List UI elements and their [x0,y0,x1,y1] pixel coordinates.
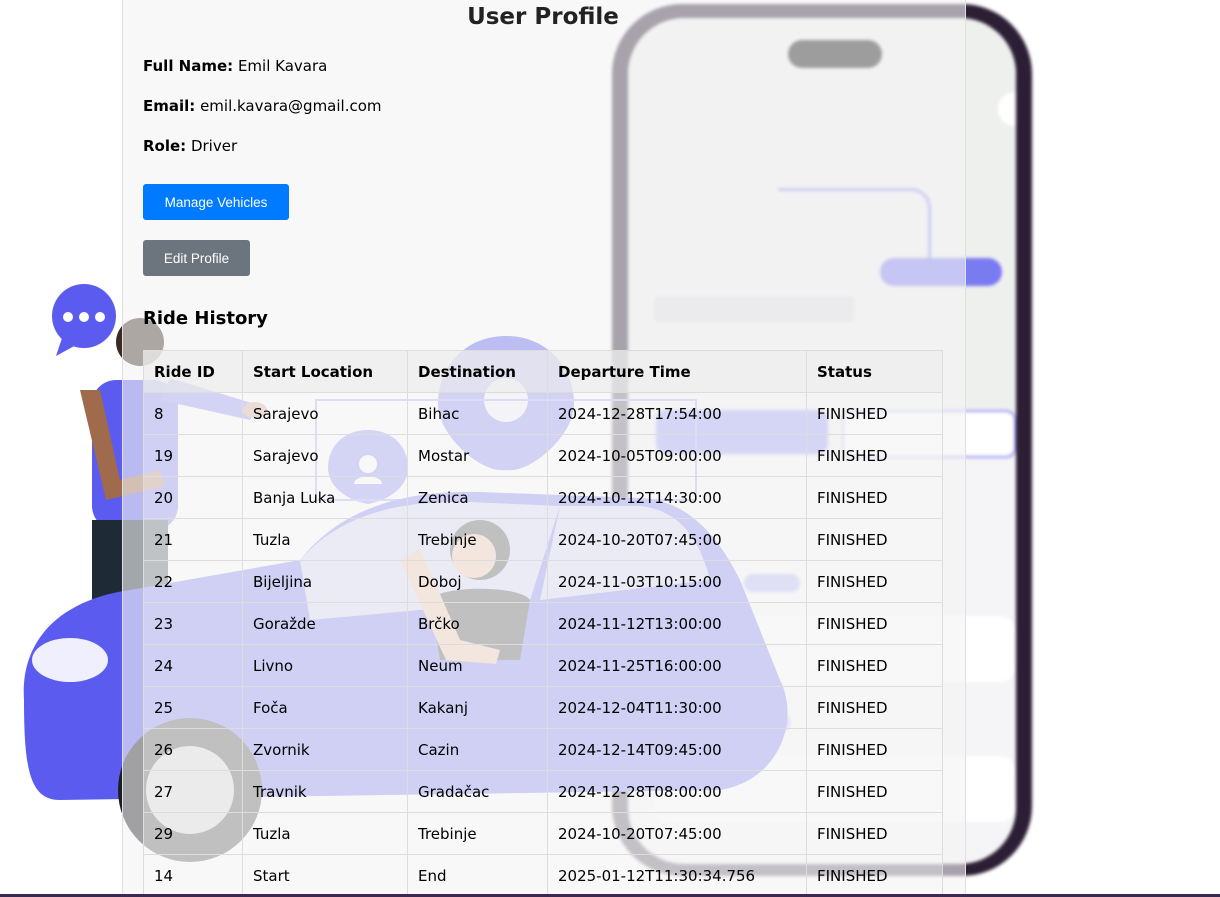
destination-cell: Brčko [407,602,548,645]
table-row: 24 Livno Neum 2024-11-25T16:00:00 FINISHED [143,644,943,687]
table-row: 22 Bijeljina Doboj 2024-11-03T10:15:00 FINIS… [143,560,943,603]
full-name-row: Full Name: Emil Kavara [143,57,327,75]
departure-time-cell: 2024-12-28T17:54:00 [547,392,807,435]
start-location-cell: Sarajevo [242,392,408,435]
departure-time-cell: 2024-10-12T14:30:00 [547,476,807,519]
departure-time-cell: 2024-11-25T16:00:00 [547,644,807,687]
destination-cell: Zenica [407,476,548,519]
start-location-cell: Sarajevo [242,434,408,477]
edit-profile-button[interactable]: Edit Profile [143,240,250,276]
ride-id-cell: 19 [143,434,243,477]
status-cell: FINISHED [806,770,943,813]
table-row: 20 Banja Luka Zenica 2024-10-12T14:30:00 FIN… [143,476,943,519]
column-header-status: Status [806,350,943,393]
ride-id-cell: 8 [143,392,243,435]
table-row: 29 Tuzla Trebinje 2024-10-20T07:45:00 FINISH… [143,812,943,855]
departure-time-cell: 2024-10-05T09:00:00 [547,434,807,477]
departure-time-cell: 2024-12-14T09:45:00 [547,728,807,771]
ride-id-cell: 25 [143,686,243,729]
status-cell: FINISHED [806,476,943,519]
start-location-cell: Tuzla [242,812,408,855]
table-row: 19 Sarajevo Mostar 2024-10-05T09:00:00 FINIS… [143,434,943,477]
destination-cell: Doboj [407,560,548,603]
ride-history-heading: Ride History [143,308,268,329]
table-row: 14 Start End 2025-01-12T11:30:34.756 FINISHE… [143,854,943,897]
departure-time-cell: 2024-12-28T08:00:00 [547,770,807,813]
full-name-label: Full Name: [143,57,234,75]
destination-cell: Mostar [407,434,548,477]
ride-history-body: 8 Sarajevo Bihac 2024-12-28T17:54:00 FINISHE… [143,392,943,897]
email-value: emil.kavara@gmail.com [200,97,382,115]
ride-id-cell: 23 [143,602,243,645]
ride-id-cell: 21 [143,518,243,561]
status-cell: FINISHED [806,812,943,855]
ride-id-cell: 27 [143,770,243,813]
destination-cell: Gradačac [407,770,548,813]
start-location-cell: Travnik [242,770,408,813]
departure-time-cell: 2024-10-20T07:45:00 [547,812,807,855]
start-location-cell: Zvornik [242,728,408,771]
departure-time-cell: 2024-10-20T07:45:00 [547,518,807,561]
column-header-departure-time: Departure Time [547,350,807,393]
departure-time-cell: 2024-12-04T11:30:00 [547,686,807,729]
status-cell: FINISHED [806,392,943,435]
status-cell: FINISHED [806,560,943,603]
start-location-cell: Start [242,854,408,897]
ride-id-cell: 22 [143,560,243,603]
start-location-cell: Tuzla [242,518,408,561]
email-label: Email: [143,97,196,115]
destination-cell: Kakanj [407,686,548,729]
page-title: User Profile [467,4,619,30]
column-header-start-location: Start Location [242,350,408,393]
status-cell: FINISHED [806,728,943,771]
status-cell: FINISHED [806,686,943,729]
destination-cell: Bihac [407,392,548,435]
role-label: Role: [143,137,187,155]
table-row: 23 Goražde Brčko 2024-11-12T13:00:00 FINISHE… [143,602,943,645]
status-cell: FINISHED [806,854,943,897]
role-value: Driver [190,137,238,155]
start-location-cell: Goražde [242,602,408,645]
start-location-cell: Livno [242,644,408,687]
ride-id-cell: 20 [143,476,243,519]
table-row: 25 Foča Kakanj 2024-12-04T11:30:00 FINISHED [143,686,943,729]
table-row: 8 Sarajevo Bihac 2024-12-28T17:54:00 FINISHE… [143,392,943,435]
table-row: 27 Travnik Gradačac 2024-12-28T08:00:00 FINI… [143,770,943,813]
destination-cell: Trebinje [407,812,548,855]
chat-bubble-icon [52,284,116,356]
departure-time-cell: 2024-11-12T13:00:00 [547,602,807,645]
ride-history-table: Ride ID Start Location Destination Depar… [143,350,943,897]
ride-id-cell: 24 [143,644,243,687]
table-row: 21 Tuzla Trebinje 2024-10-20T07:45:00 FINISH… [143,518,943,561]
email-row: Email: emil.kavara@gmail.com [143,97,382,115]
role-row: Role: Driver [143,137,237,155]
status-cell: FINISHED [806,602,943,645]
table-header-row: Ride ID Start Location Destination Depar… [143,350,943,393]
column-header-destination: Destination [407,350,548,393]
start-location-cell: Banja Luka [242,476,408,519]
destination-cell: End [407,854,548,897]
full-name-value: Emil Kavara [237,57,328,75]
ride-id-cell: 14 [143,854,243,897]
status-cell: FINISHED [806,434,943,477]
ride-id-cell: 26 [143,728,243,771]
destination-cell: Trebinje [407,518,548,561]
start-location-cell: Bijeljina [242,560,408,603]
departure-time-cell: 2025-01-12T11:30:34.756 [547,854,807,897]
status-cell: FINISHED [806,518,943,561]
status-cell: FINISHED [806,644,943,687]
column-header-ride-id: Ride ID [143,350,243,393]
destination-cell: Neum [407,644,548,687]
departure-time-cell: 2024-11-03T10:15:00 [547,560,807,603]
table-row: 26 Zvornik Cazin 2024-12-14T09:45:00 FINISHE… [143,728,943,771]
manage-vehicles-button[interactable]: Manage Vehicles [143,184,289,220]
destination-cell: Cazin [407,728,548,771]
start-location-cell: Foča [242,686,408,729]
ride-id-cell: 29 [143,812,243,855]
